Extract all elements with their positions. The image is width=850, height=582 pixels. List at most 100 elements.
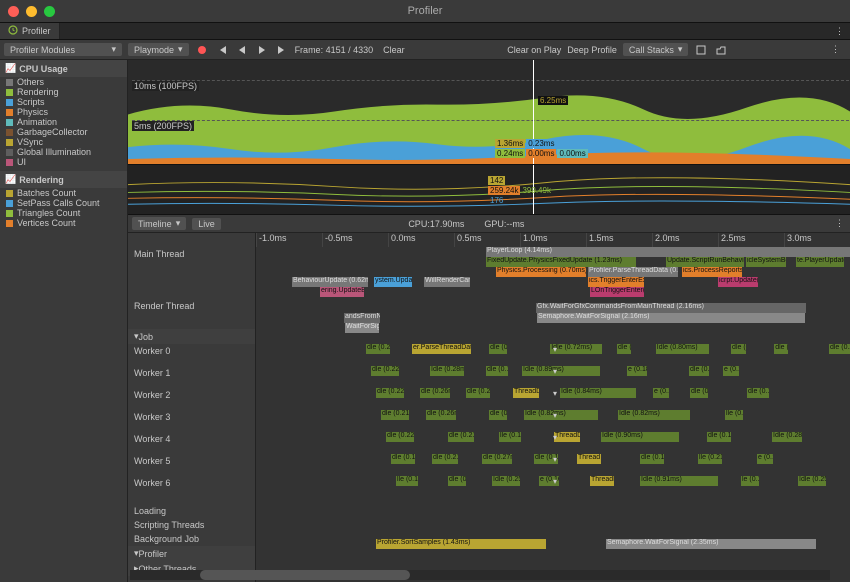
legend-item[interactable]: GarbageCollector	[4, 127, 123, 137]
callstacks-dropdown[interactable]: Call Stacks▾	[623, 43, 689, 56]
timeline-event[interactable]: Physics.Processing (0.70ms)	[496, 267, 586, 277]
first-frame-button[interactable]	[215, 43, 229, 57]
timeline-event[interactable]: Idle (0.91ms)	[640, 476, 718, 486]
thread-worker[interactable]: Worker 5	[128, 454, 255, 476]
timeline-event[interactable]: Update.ScriptRunBehaviourUpdate (0.62ms)	[666, 257, 744, 267]
live-toggle[interactable]: Live	[192, 218, 221, 230]
timeline-event[interactable]: Profiler.SortSamples (1.43ms)	[376, 539, 546, 549]
timeline-event[interactable]: lle (0.21ms	[698, 454, 722, 464]
expand-icon[interactable]: ▾	[553, 345, 557, 354]
timeline-menu-icon[interactable]: ⋮	[829, 218, 850, 229]
module-cpu-header[interactable]: 📈 CPU Usage	[0, 60, 127, 77]
timeline-event[interactable]: dle (0.26ms)	[426, 410, 456, 420]
timeline-event[interactable]: le (0.14m	[741, 476, 759, 486]
timeline-event[interactable]: dle (0.19ms	[391, 454, 415, 464]
legend-item[interactable]: Rendering	[4, 87, 123, 97]
timeline-event[interactable]: dle (0.15m	[690, 388, 708, 398]
thread-worker[interactable]: Worker 0	[128, 344, 255, 366]
timeline-event[interactable]: e (0.13m	[653, 388, 669, 398]
thread-worker[interactable]: Worker 4	[128, 432, 255, 454]
module-rendering-header[interactable]: 📈 Rendering	[0, 171, 127, 188]
timeline-event[interactable]: dle (0.19ms)	[707, 432, 731, 442]
horizontal-scrollbar[interactable]	[130, 570, 830, 580]
timeline-event[interactable]: dle (0.21ms)	[448, 432, 474, 442]
legend-item[interactable]: SetPass Calls Count	[4, 198, 123, 208]
expand-icon[interactable]: ▾	[553, 477, 557, 486]
timeline-event[interactable]: Idle (0.89ms)	[522, 366, 600, 376]
timeline-event[interactable]: lle (0.15ms	[396, 476, 418, 486]
cpu-chart[interactable]: 10ms (100FPS) 5ms (200FPS) 6.25ms 1.36ms…	[128, 60, 850, 165]
timeline-event[interactable]: dle (0.20ms	[466, 388, 490, 398]
expand-icon[interactable]: ▾	[553, 433, 557, 442]
timeline-event[interactable]: dle (0.21ms)	[381, 410, 409, 420]
tab-profiler[interactable]: Profiler	[0, 23, 60, 39]
maximize-window-button[interactable]	[44, 6, 55, 17]
last-frame-button[interactable]	[275, 43, 289, 57]
timeline-event[interactable]: dle (0.11r	[448, 476, 466, 486]
profiler-modules-dropdown[interactable]: Profiler Modules▾	[4, 43, 122, 56]
timeline-event[interactable]: ThreadD	[590, 476, 614, 486]
next-frame-button[interactable]	[255, 43, 269, 57]
scrollbar-thumb[interactable]	[200, 570, 410, 580]
profiler-group-header[interactable]: ▾Profiler	[128, 546, 255, 561]
timeline-event[interactable]: dle (0.22ms)	[371, 366, 399, 376]
legend-item[interactable]: Animation	[4, 117, 123, 127]
timeline-event[interactable]: icleSystemBegir	[746, 257, 786, 267]
timeline-event[interactable]: dle (0.21ms)	[432, 454, 458, 464]
timeline-event[interactable]: e (0.18ms	[627, 366, 647, 376]
timeline-event[interactable]: lle (0.16ms	[499, 432, 521, 442]
legend-item[interactable]: Batches Count	[4, 188, 123, 198]
timeline-event[interactable]: Semaphore.WaitForSignal (2.35ms)	[606, 539, 816, 549]
timeline-event[interactable]: dle (0.27ms)	[366, 344, 390, 354]
legend-item[interactable]: VSync	[4, 137, 123, 147]
timeline-event[interactable]: icrpt.Update() (Invoke) (0	[718, 277, 758, 287]
timeline-event[interactable]: LOnTriggerEnter() (Invo	[590, 287, 644, 297]
thread-loading[interactable]: Loading	[128, 504, 255, 518]
timeline-event[interactable]: Idle (0.72ms)	[550, 344, 602, 354]
legend-item[interactable]: Others	[4, 77, 123, 87]
legend-item[interactable]: Global Illumination	[4, 147, 123, 157]
timeline-event[interactable]: WaitForSig	[345, 323, 379, 333]
timeline-event[interactable]: ics.ProcessReports (0.40	[682, 267, 742, 277]
timeline-tracks[interactable]: -1.0ms-0.5ms0.0ms0.5ms1.0ms1.5ms2.0ms2.5…	[256, 233, 850, 582]
thread-background-job[interactable]: Background Job	[128, 532, 255, 546]
timeline-event[interactable]: ThreadD	[513, 388, 539, 398]
legend-item[interactable]: Vertices Count	[4, 218, 123, 228]
timeline-event[interactable]: Idle (0.82ms)	[524, 410, 598, 420]
timeline-event[interactable]: PlayerLoop (4.14ms)	[486, 247, 850, 257]
legend-item[interactable]: Triangles Count	[4, 208, 123, 218]
timeline-event[interactable]: ics.TriggerEnterExits (0.3	[588, 277, 644, 287]
save-icon[interactable]	[694, 43, 708, 57]
clear-button[interactable]: Clear	[383, 45, 405, 55]
thread-worker[interactable]: Worker 2	[128, 388, 255, 410]
thread-render[interactable]: Render Thread	[128, 299, 255, 329]
load-icon[interactable]	[714, 43, 728, 57]
thread-worker[interactable]: Worker 6	[128, 476, 255, 498]
thread-main[interactable]: Main Thread	[128, 247, 255, 299]
clear-on-play-toggle[interactable]: Clear on Play	[507, 45, 561, 55]
timeline-event[interactable]: Thread	[577, 454, 601, 464]
timeline-event[interactable]: dle (0.27ms)	[482, 454, 512, 464]
timeline-event[interactable]: lle (0.14	[725, 410, 743, 420]
timeline-event[interactable]: dle (0.14ms	[689, 366, 709, 376]
close-window-button[interactable]	[8, 6, 19, 17]
timeline-event[interactable]: ThreadD	[554, 432, 580, 442]
timeline-event[interactable]: dle (0.16ms)	[731, 344, 746, 354]
expand-icon[interactable]: ▾	[553, 367, 557, 376]
timeline-event[interactable]: dle (0.22ms)	[386, 432, 414, 442]
timeline-event[interactable]: dle (0.11r	[774, 344, 788, 354]
record-button[interactable]	[195, 43, 209, 57]
timeline-event[interactable]: FixedUpdate.PhysicsFixedUpdate (1.23ms)	[486, 257, 636, 267]
timeline-event[interactable]: e (0.11m	[723, 366, 739, 376]
timeline-event[interactable]: Idle (0.90ms)	[601, 432, 679, 442]
timeline-event[interactable]: Semaphore.WaitForSignal (2.16ms)	[537, 313, 805, 323]
timeline-event[interactable]: Idle (0.84ms)	[560, 388, 636, 398]
timeline-event[interactable]: dle (0.11ms)	[617, 344, 631, 354]
expand-icon[interactable]: ▾	[553, 389, 557, 398]
timeline-event[interactable]: dle (0.22ms)	[376, 388, 404, 398]
timeline-event[interactable]: er.ParseThreadData (0.3	[412, 344, 471, 354]
timeline-view-dropdown[interactable]: Timeline▾	[132, 217, 186, 230]
timeline-event[interactable]: Idle (0.25ms)	[492, 476, 520, 486]
timeline-event[interactable]: dle (0.18ms)	[747, 388, 769, 398]
minimize-window-button[interactable]	[26, 6, 37, 17]
